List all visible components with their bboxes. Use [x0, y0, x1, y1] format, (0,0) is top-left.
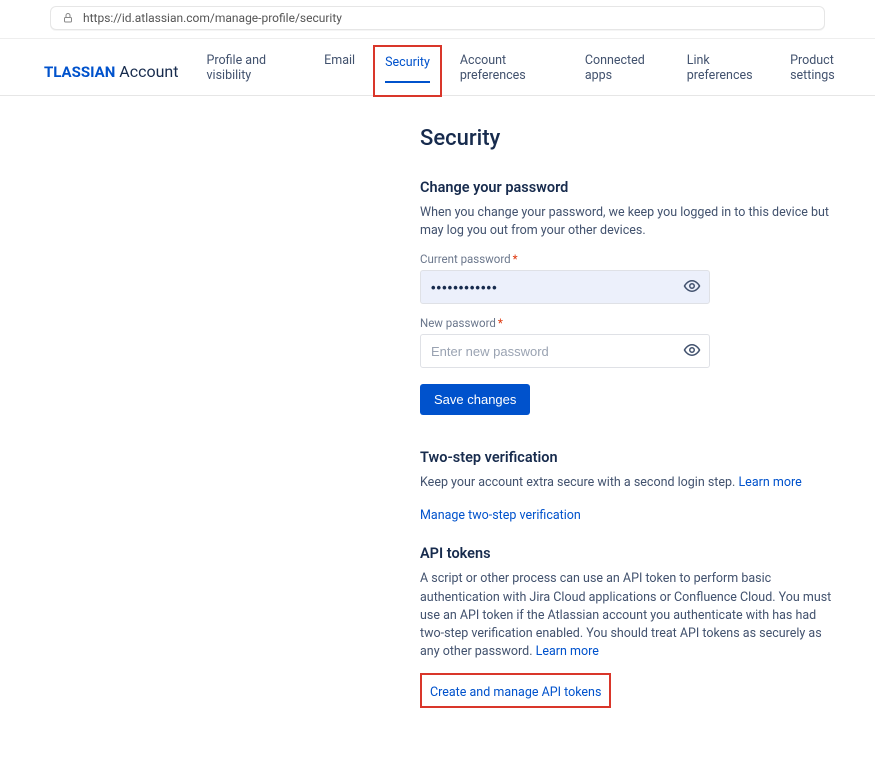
field-label-text: Current password — [420, 252, 511, 266]
new-password-input[interactable] — [420, 334, 710, 368]
tab-label: Account preferences — [460, 53, 526, 83]
brand-account: Account — [119, 62, 178, 81]
tab-email[interactable]: Email — [324, 47, 355, 95]
tab-link-prefs[interactable]: Link preferences — [687, 47, 772, 95]
tab-security-highlight: Security — [373, 45, 442, 97]
save-changes-button[interactable]: Save changes — [420, 384, 530, 415]
section-two-step: Two-step verification Keep your account … — [420, 449, 860, 523]
api-tokens-highlight: Create and manage API tokens — [420, 673, 611, 708]
page-title: Security — [420, 126, 860, 151]
tab-label: Security — [385, 55, 430, 70]
brand: TLASSIAN Account — [44, 62, 178, 81]
tabs: Profile and visibility Email Security Ac… — [206, 47, 875, 95]
section-heading: Change your password — [420, 179, 860, 196]
tab-connected-apps[interactable]: Connected apps — [585, 47, 669, 95]
new-password-wrap — [420, 334, 710, 368]
current-password-label: Current password* — [420, 252, 860, 266]
two-step-learn-more-link[interactable]: Learn more — [738, 475, 801, 490]
section-description: When you change your password, we keep y… — [420, 204, 840, 240]
top-nav: TLASSIAN Account Profile and visibility … — [0, 39, 875, 96]
eye-icon — [683, 341, 701, 362]
tab-label: Link preferences — [687, 53, 753, 83]
reveal-password-button[interactable] — [680, 275, 704, 299]
description-text: Keep your account extra secure with a se… — [420, 475, 738, 490]
tab-label: Email — [324, 53, 355, 68]
section-api-tokens: API tokens A script or other process can… — [420, 545, 860, 708]
tab-security[interactable]: Security — [385, 49, 430, 82]
description-text: A script or other process can use an API… — [420, 571, 831, 659]
tab-profile[interactable]: Profile and visibility — [206, 47, 306, 95]
required-mark: * — [513, 252, 518, 266]
section-description: A script or other process can use an API… — [420, 570, 840, 661]
tab-label: Profile and visibility — [206, 53, 266, 83]
tab-account-prefs[interactable]: Account preferences — [460, 47, 567, 95]
section-change-password: Change your password When you change you… — [420, 179, 860, 439]
section-description: Keep your account extra secure with a se… — [420, 474, 840, 492]
tab-product-settings[interactable]: Product settings — [790, 47, 875, 95]
manage-two-step-link[interactable]: Manage two-step verification — [420, 508, 581, 523]
required-mark: * — [498, 316, 503, 330]
tab-label: Product settings — [790, 53, 835, 83]
eye-icon — [683, 277, 701, 298]
brand-atlassian: TLASSIAN — [44, 63, 115, 81]
url-text: https://id.atlassian.com/manage-profile/… — [83, 11, 342, 25]
lock-icon — [61, 11, 75, 25]
current-password-wrap — [420, 270, 710, 304]
current-password-input[interactable] — [420, 270, 710, 304]
main-content: Security Change your password When you c… — [0, 96, 860, 760]
section-heading: Two-step verification — [420, 449, 860, 466]
new-password-label: New password* — [420, 316, 860, 330]
address-bar[interactable]: https://id.atlassian.com/manage-profile/… — [50, 6, 825, 30]
create-manage-api-tokens-link[interactable]: Create and manage API tokens — [430, 685, 601, 700]
reveal-password-button[interactable] — [680, 339, 704, 363]
field-label-text: New password — [420, 316, 496, 330]
api-learn-more-link[interactable]: Learn more — [536, 644, 599, 659]
tab-label: Connected apps — [585, 53, 645, 83]
